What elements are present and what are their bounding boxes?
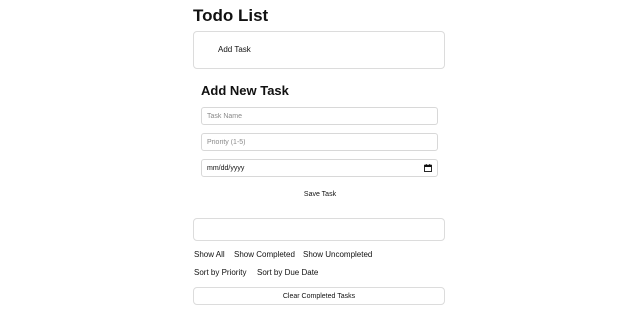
show-uncompleted-button[interactable]: Show Uncompleted (303, 250, 372, 259)
save-task-button[interactable]: Save Task (290, 188, 350, 200)
show-all-button[interactable]: Show All (194, 250, 225, 259)
add-task-card: Add Task (193, 31, 445, 69)
add-task-button[interactable]: Add Task (218, 45, 251, 54)
priority-input[interactable] (201, 133, 438, 151)
calendar-icon[interactable] (424, 164, 432, 172)
page-title: Todo List (193, 6, 269, 25)
sort-by-due-date-button[interactable]: Sort by Due Date (257, 268, 318, 277)
add-task-form-heading: Add New Task (201, 83, 289, 98)
due-date-placeholder: mm/dd/yyyy (207, 165, 245, 172)
todo-app: Todo List Add Task Add New Task mm/dd/yy… (0, 0, 640, 313)
task-list (193, 218, 445, 241)
clear-completed-button[interactable]: Clear Completed Tasks (193, 287, 445, 305)
sort-by-priority-button[interactable]: Sort by Priority (194, 268, 246, 277)
show-completed-button[interactable]: Show Completed (234, 250, 295, 259)
task-name-input[interactable] (201, 107, 438, 125)
due-date-input[interactable]: mm/dd/yyyy (201, 159, 438, 177)
